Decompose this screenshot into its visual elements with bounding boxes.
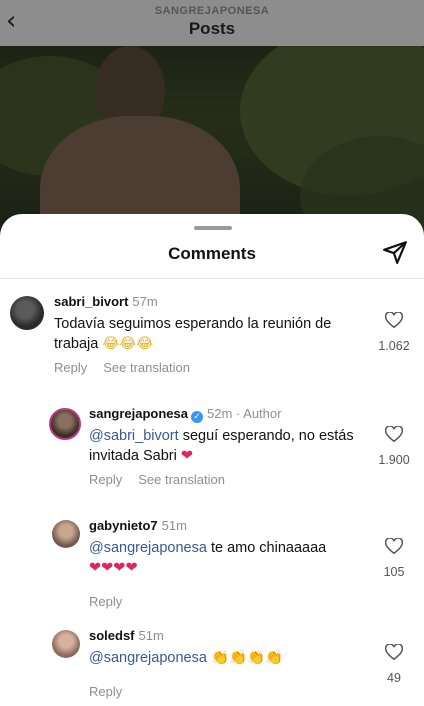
comment-text: @sangrejaponesa 👏👏👏👏 xyxy=(89,648,359,668)
comment-header: gabynieto7 51m xyxy=(89,518,187,533)
emoji-hearts: ❤❤❤❤ xyxy=(89,560,138,576)
comment-actions: Reply xyxy=(89,684,138,699)
comment-item: sangrejaponesa ✓ 52m · Author @sabri_bivor… xyxy=(0,404,424,504)
avatar[interactable] xyxy=(52,630,80,658)
avatar[interactable] xyxy=(52,520,80,548)
like-count: 1.900 xyxy=(378,453,410,467)
avatar[interactable] xyxy=(49,408,81,440)
top-bar: ‹ SANGREJAPONESA Posts xyxy=(0,0,424,46)
comment-header: soledsf 51m xyxy=(89,628,164,643)
comment-text: Todavía seguimos esperando la reunión de… xyxy=(54,314,364,354)
mention-link[interactable]: @sangrejaponesa xyxy=(89,540,207,556)
like-control: 1.062 xyxy=(374,312,414,353)
comment-header: sabri_bivort 57m xyxy=(54,294,158,309)
comment-username[interactable]: soledsf xyxy=(89,628,135,643)
comment-body: Todavía seguimos esperando la reunión de… xyxy=(54,316,332,352)
comment-header: sangrejaponesa ✓ 52m · Author xyxy=(89,406,281,423)
heart-outline-icon[interactable] xyxy=(385,312,403,329)
comment-time: 51m xyxy=(161,518,187,533)
comment-item: sabri_bivort 57m Todavía seguimos esperan… xyxy=(0,292,424,392)
emoji-heart: ❤ xyxy=(180,448,194,464)
paper-plane-icon[interactable] xyxy=(382,239,408,265)
comment-username[interactable]: sabri_bivort xyxy=(54,294,128,309)
sheet-title: Comments xyxy=(168,244,256,263)
comment-actions: Reply xyxy=(89,594,138,609)
heart-outline-icon[interactable] xyxy=(385,426,403,443)
like-control: 105 xyxy=(374,538,414,579)
author-label: · Author xyxy=(235,406,282,421)
reply-button[interactable]: Reply xyxy=(89,472,122,487)
reply-button[interactable]: Reply xyxy=(89,684,122,699)
page-title: Posts xyxy=(188,19,236,38)
like-count: 105 xyxy=(383,565,405,579)
see-translation-button[interactable]: See translation xyxy=(138,472,225,487)
comment-actions: Reply See translation xyxy=(89,472,241,487)
mention-link[interactable]: @sabri_bivort xyxy=(89,428,179,444)
like-control: 1.900 xyxy=(374,426,414,467)
reply-button[interactable]: Reply xyxy=(54,360,87,375)
comment-actions: Reply See translation xyxy=(54,360,206,375)
avatar[interactable] xyxy=(10,296,44,330)
heart-outline-icon[interactable] xyxy=(385,538,403,555)
comment-username[interactable]: gabynieto7 xyxy=(89,518,158,533)
see-translation-button[interactable]: See translation xyxy=(103,360,190,375)
comment-time: 52m xyxy=(207,406,233,421)
emoji-laugh: 😂😂😂 xyxy=(102,336,154,352)
heart-outline-icon[interactable] xyxy=(385,644,403,661)
reply-button[interactable]: Reply xyxy=(89,594,122,609)
like-control: 49 xyxy=(374,644,414,685)
comment-body: te amo chinaaaaa xyxy=(206,540,327,556)
comment-item: gabynieto7 51m @sangrejaponesa te amo chi… xyxy=(0,516,424,616)
like-count: 49 xyxy=(387,671,401,685)
comment-time: 57m xyxy=(132,294,158,309)
divider xyxy=(0,278,424,279)
dim-overlay xyxy=(0,46,424,236)
mention-link[interactable]: @sangrejaponesa xyxy=(89,650,207,666)
like-count: 1.062 xyxy=(378,339,410,353)
emoji-clap: 👏👏👏👏 xyxy=(210,650,284,666)
comments-sheet: Comments sabri_bivort 57m Todavía seguimo… xyxy=(0,214,424,706)
verified-badge-icon: ✓ xyxy=(191,411,203,423)
comment-text: @sabri_bivort seguí esperando, no estás … xyxy=(89,426,359,466)
post-photo xyxy=(0,46,424,236)
comment-text: @sangrejaponesa te amo chinaaaaa ❤❤❤❤ xyxy=(89,538,359,578)
account-name: SANGREJAPONESA xyxy=(154,5,270,17)
drag-handle[interactable] xyxy=(194,226,232,230)
comment-item: soledsf 51m @sangrejaponesa 👏👏👏👏 Reply 49 xyxy=(0,626,424,706)
comment-time: 51m xyxy=(138,628,164,643)
comment-username[interactable]: sangrejaponesa xyxy=(89,406,188,421)
